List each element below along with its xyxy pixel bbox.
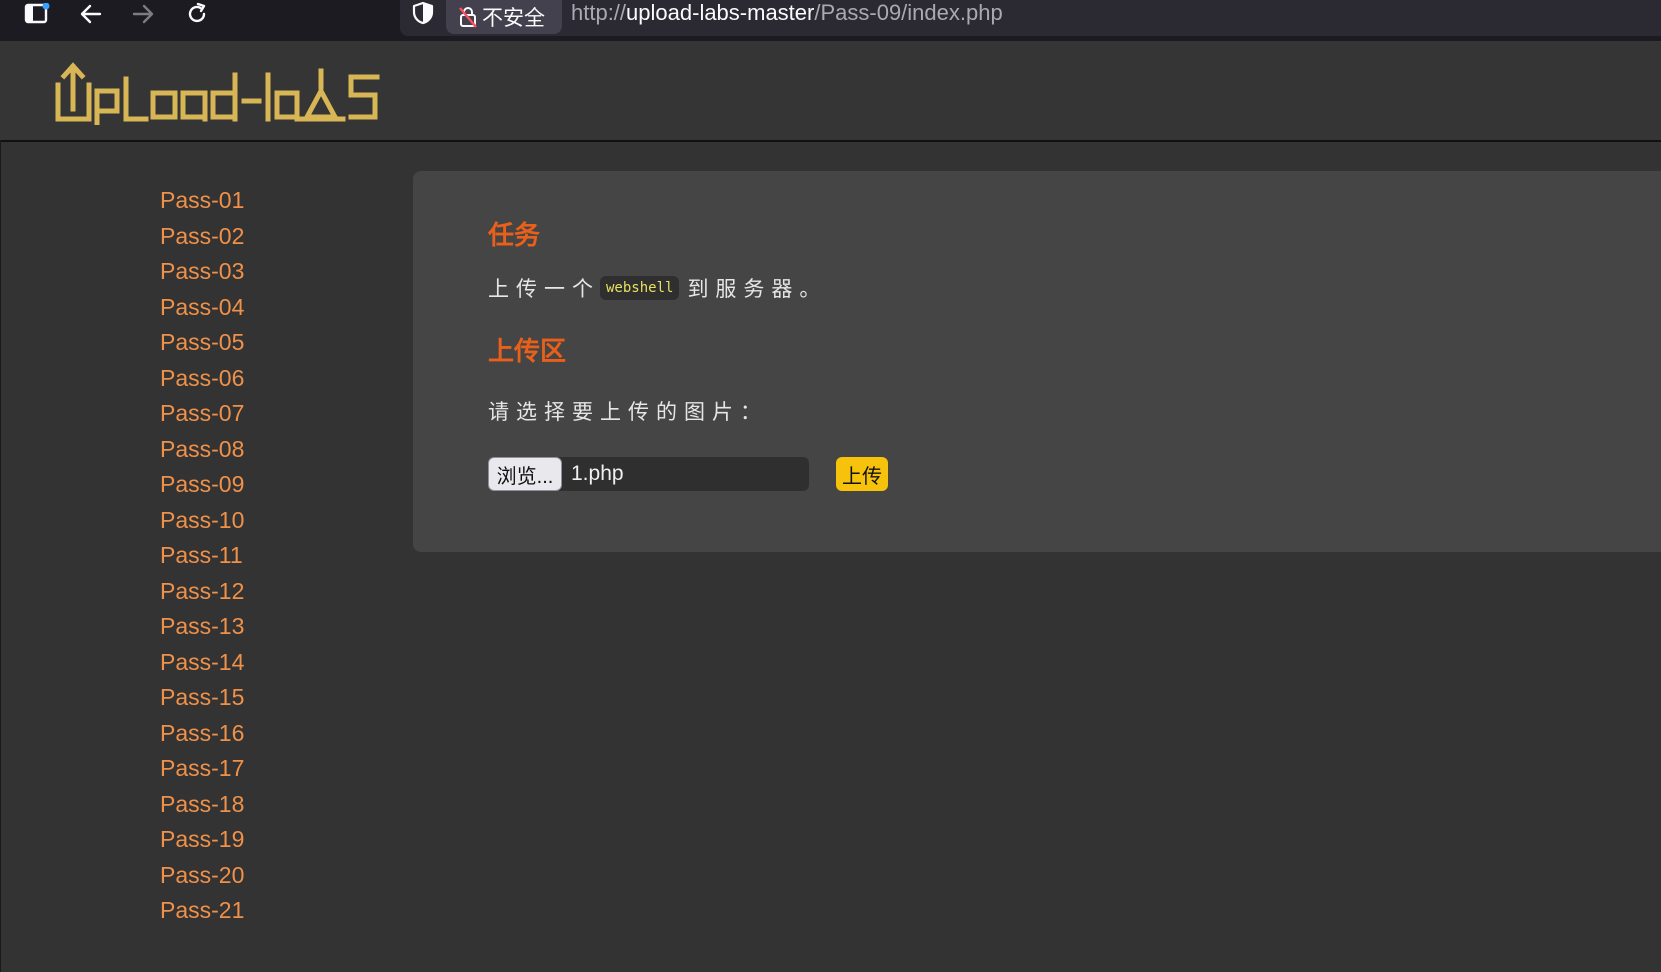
- sidebar-item-pass-17[interactable]: Pass-17: [160, 751, 320, 787]
- tracking-protection-shield-icon[interactable]: [412, 0, 434, 26]
- sidebar-item-pass-20[interactable]: Pass-20: [160, 858, 320, 894]
- file-input[interactable]: 浏览... 1.php: [488, 457, 809, 491]
- upload-prompt: 请选择要上传的图片：: [488, 401, 768, 424]
- sidebar-item-pass-08[interactable]: Pass-08: [160, 432, 320, 468]
- url-path: /Pass-09/index.php: [814, 0, 1003, 25]
- sidebar-item-pass-09[interactable]: Pass-09: [160, 467, 320, 503]
- insecure-label: 不安全: [482, 7, 545, 30]
- sidebar-item-pass-11[interactable]: Pass-11: [160, 538, 320, 574]
- upload-area-heading: 上传区: [488, 337, 567, 367]
- insecure-lock-icon: [458, 5, 478, 29]
- sidebar-item-pass-18[interactable]: Pass-18: [160, 787, 320, 823]
- task-text-before: 上传一个: [488, 278, 600, 301]
- sidebar-item-pass-03[interactable]: Pass-03: [160, 254, 320, 290]
- sidebar-item-pass-07[interactable]: Pass-07: [160, 396, 320, 432]
- browse-button[interactable]: 浏览...: [488, 457, 562, 491]
- sidebar-item-pass-21[interactable]: Pass-21: [160, 893, 320, 929]
- sidebar-item-pass-15[interactable]: Pass-15: [160, 680, 320, 716]
- upload-submit-button[interactable]: 上传: [836, 457, 888, 491]
- task-text-after: 到服务器。: [687, 278, 828, 301]
- sidebar-item-pass-19[interactable]: Pass-19: [160, 822, 320, 858]
- connection-insecure-indicator[interactable]: 不安全: [446, 0, 562, 34]
- url-scheme: http://: [571, 0, 627, 25]
- url-host: upload-labs-master: [626, 0, 815, 25]
- site-header: [0, 41, 1661, 142]
- sidebar-item-pass-05[interactable]: Pass-05: [160, 325, 320, 361]
- webshell-code: webshell: [600, 276, 680, 300]
- browser-toolbar: 不安全 http://upload-labs-master/Pass-09/in…: [0, 0, 1661, 42]
- sidebar-item-pass-13[interactable]: Pass-13: [160, 609, 320, 645]
- back-arrow-icon[interactable]: [76, 0, 106, 28]
- task-description: 上传一个 webshell 到服务器。: [488, 273, 827, 303]
- page-left-border: [0, 140, 1, 972]
- pass-navigation: Pass-01 Pass-02 Pass-03 Pass-04 Pass-05 …: [160, 183, 320, 929]
- sidebar-item-pass-12[interactable]: Pass-12: [160, 574, 320, 610]
- sidebar-item-pass-04[interactable]: Pass-04: [160, 290, 320, 326]
- main-panel: 任务 上传一个 webshell 到服务器。 上传区 请选择要上传的图片： 浏览…: [413, 171, 1661, 552]
- forward-arrow-icon[interactable]: [128, 0, 158, 28]
- reload-icon[interactable]: [182, 0, 212, 28]
- sidebar-item-pass-16[interactable]: Pass-16: [160, 716, 320, 752]
- upload-labs-logo[interactable]: [55, 61, 395, 130]
- task-heading: 任务: [488, 221, 541, 251]
- sidebar-item-pass-06[interactable]: Pass-06: [160, 361, 320, 397]
- sidebar-item-pass-01[interactable]: Pass-01: [160, 183, 320, 219]
- sidebar-toggle-icon[interactable]: [22, 0, 52, 28]
- selected-file-name: 1.php: [571, 462, 624, 485]
- sidebar-item-pass-10[interactable]: Pass-10: [160, 503, 320, 539]
- sidebar-item-pass-14[interactable]: Pass-14: [160, 645, 320, 681]
- sidebar-item-pass-02[interactable]: Pass-02: [160, 219, 320, 255]
- url-text[interactable]: http://upload-labs-master/Pass-09/index.…: [571, 0, 1003, 26]
